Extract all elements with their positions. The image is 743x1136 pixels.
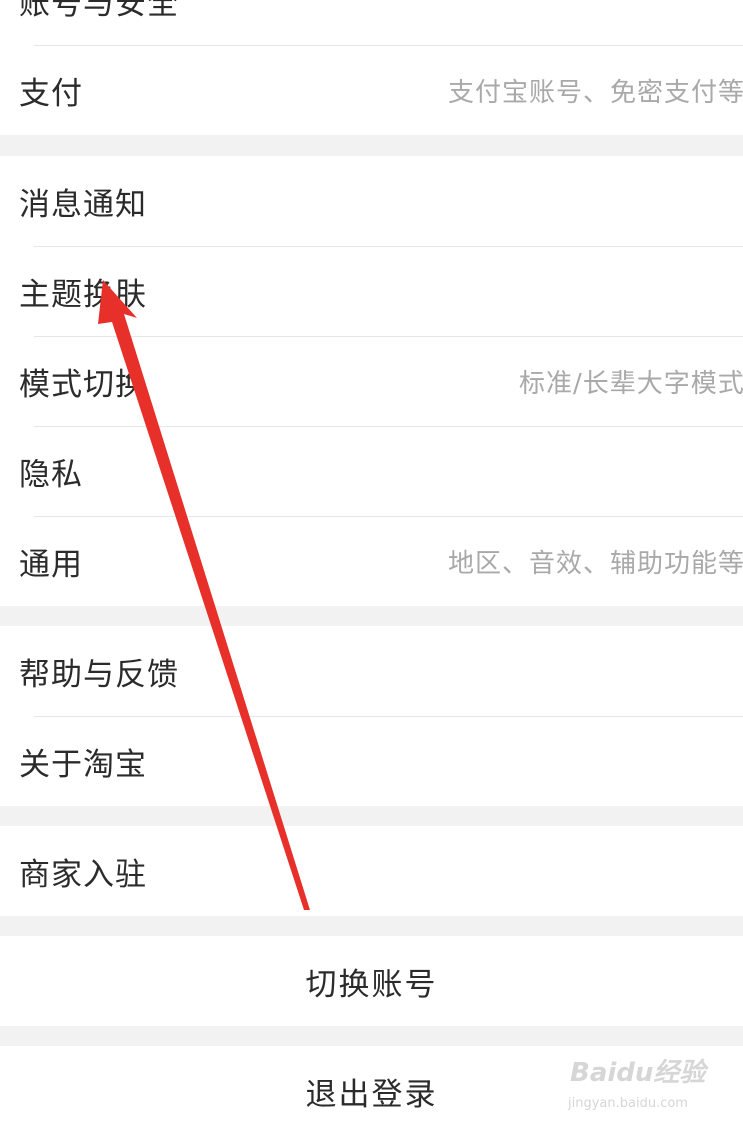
merchant-label: 商家入驻 — [19, 856, 147, 893]
payment-hint: 支付宝账号、免密支付等 — [448, 77, 743, 108]
settings-group-account: 账号与安全 支付 支付宝账号、免密支付等 — [0, 0, 743, 135]
settings-item-general[interactable]: 通用 地区、音效、辅助功能等 — [0, 516, 743, 606]
watermark-logo: Baidu经验 — [570, 1058, 706, 1088]
watermark: Baidu经验 jingyan.baidu.com — [562, 1052, 712, 1122]
settings-item-notifications[interactable]: 消息通知 — [0, 156, 743, 246]
settings-item-account-security[interactable]: 账号与安全 — [0, 0, 743, 45]
general-hint: 地区、音效、辅助功能等 — [448, 548, 743, 579]
account-security-label: 账号与安全 — [19, 0, 179, 22]
settings-item-help[interactable]: 帮助与反馈 — [0, 626, 743, 716]
privacy-label: 隐私 — [19, 456, 83, 493]
watermark-url: jingyan.baidu.com — [568, 1096, 688, 1111]
switch-account-group: 切换账号 — [0, 936, 743, 1026]
settings-item-about[interactable]: 关于淘宝 — [0, 716, 743, 806]
settings-item-merchant[interactable]: 商家入驻 — [0, 826, 743, 916]
settings-item-theme[interactable]: 主题换肤 — [0, 246, 743, 336]
settings-group-support: 帮助与反馈 关于淘宝 — [0, 626, 743, 806]
settings-item-mode[interactable]: 模式切换 标准/长辈大字模式 — [0, 336, 743, 426]
settings-group-merchant: 商家入驻 — [0, 826, 743, 916]
notifications-label: 消息通知 — [19, 186, 147, 223]
switch-account-button[interactable]: 切换账号 — [0, 936, 743, 1026]
payment-label: 支付 — [19, 75, 83, 112]
help-label: 帮助与反馈 — [19, 656, 179, 693]
about-label: 关于淘宝 — [19, 746, 147, 783]
theme-label: 主题换肤 — [19, 276, 147, 313]
mode-label: 模式切换 — [19, 366, 147, 403]
general-label: 通用 — [19, 546, 83, 583]
settings-item-privacy[interactable]: 隐私 — [0, 426, 743, 516]
settings-group-preferences: 消息通知 主题换肤 模式切换 标准/长辈大字模式 隐私 通用 地区、音效、辅助功… — [0, 156, 743, 606]
mode-hint: 标准/长辈大字模式 — [519, 368, 743, 399]
settings-item-payment[interactable]: 支付 支付宝账号、免密支付等 — [0, 45, 743, 135]
